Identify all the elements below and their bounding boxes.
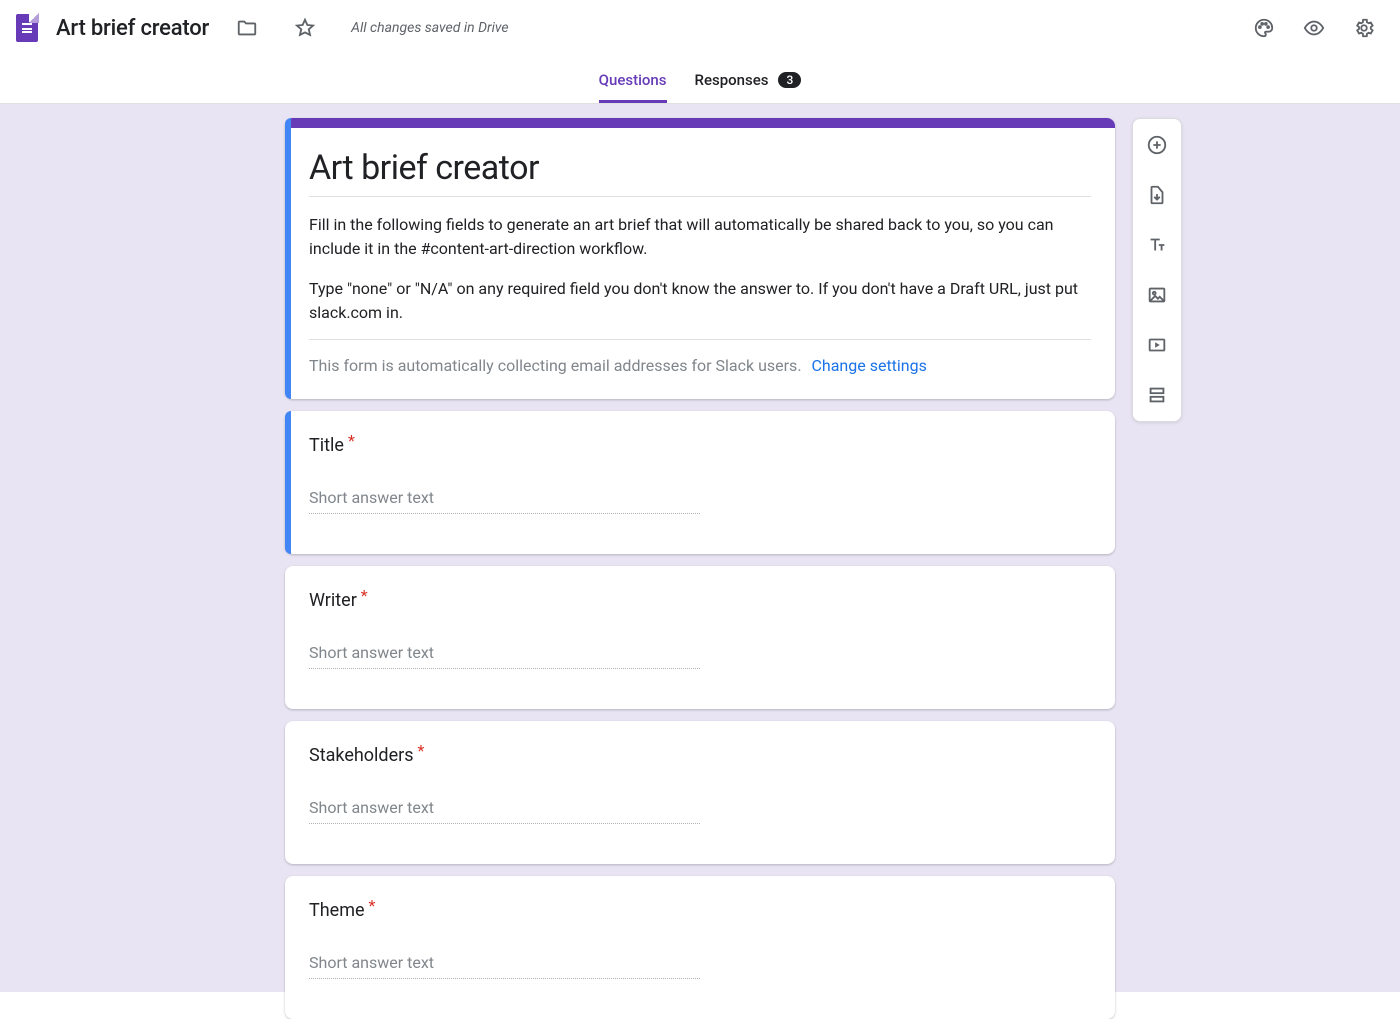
question-label[interactable]: Stakeholders *	[309, 745, 1091, 766]
import-icon	[1146, 184, 1168, 206]
required-marker: *	[418, 743, 425, 759]
star-icon	[294, 17, 316, 39]
gear-icon	[1353, 17, 1375, 39]
form-description-p2: Type "none" or "N/A" on any required fie…	[309, 277, 1091, 325]
change-settings-link[interactable]: Change settings	[812, 356, 927, 375]
customize-theme-button[interactable]	[1244, 8, 1284, 48]
eye-icon	[1303, 17, 1325, 39]
image-icon	[1146, 284, 1168, 306]
add-title-button[interactable]	[1139, 227, 1175, 263]
form-column: Art brief creator Fill in the following …	[285, 118, 1115, 992]
form-description[interactable]: Fill in the following fields to generate…	[309, 213, 1091, 340]
add-video-button[interactable]	[1139, 327, 1175, 363]
tab-label: Responses	[695, 71, 769, 89]
accent-bar	[285, 118, 1115, 128]
question-label-text: Stakeholders	[309, 745, 414, 766]
question-card-writer[interactable]: Writer * Short answer text	[285, 566, 1115, 709]
short-answer-placeholder: Short answer text	[309, 798, 700, 824]
email-collection-notice: This form is automatically collecting em…	[309, 356, 1091, 375]
tab-responses[interactable]: Responses 3	[695, 59, 802, 103]
question-card-theme[interactable]: Theme * Short answer text	[285, 876, 1115, 1019]
forms-logo-icon[interactable]	[16, 14, 38, 42]
add-section-button[interactable]	[1139, 377, 1175, 413]
add-question-button[interactable]	[1139, 127, 1175, 163]
form-canvas: Art brief creator Fill in the following …	[0, 104, 1400, 992]
short-answer-placeholder: Short answer text	[309, 643, 700, 669]
question-label[interactable]: Title *	[309, 435, 1091, 456]
topbar-right	[1244, 8, 1384, 48]
question-label-text: Writer	[309, 590, 357, 611]
preview-button[interactable]	[1294, 8, 1334, 48]
question-card-title[interactable]: Title * Short answer text	[285, 411, 1115, 554]
question-card-stakeholders[interactable]: Stakeholders * Short answer text	[285, 721, 1115, 864]
section-icon	[1146, 384, 1168, 406]
required-marker: *	[369, 898, 376, 914]
required-marker: *	[361, 588, 368, 604]
question-label-text: Title	[309, 435, 344, 456]
topbar-left: Art brief creator All changes saved in D…	[16, 8, 1244, 48]
palette-icon	[1253, 17, 1275, 39]
topbar: Art brief creator All changes saved in D…	[0, 0, 1400, 56]
short-answer-placeholder: Short answer text	[309, 953, 700, 979]
required-marker: *	[348, 433, 355, 449]
short-answer-placeholder: Short answer text	[309, 488, 700, 514]
import-questions-button[interactable]	[1139, 177, 1175, 213]
star-button[interactable]	[285, 8, 325, 48]
save-status: All changes saved in Drive	[351, 20, 508, 36]
text-icon	[1146, 234, 1168, 256]
tab-questions[interactable]: Questions	[599, 59, 667, 103]
question-label[interactable]: Theme *	[309, 900, 1091, 921]
form-header-card[interactable]: Art brief creator Fill in the following …	[285, 118, 1115, 399]
form-description-p1: Fill in the following fields to generate…	[309, 213, 1091, 261]
video-icon	[1146, 334, 1168, 356]
document-title[interactable]: Art brief creator	[56, 16, 209, 41]
selection-bar	[285, 118, 291, 399]
folder-icon	[236, 17, 258, 39]
question-label[interactable]: Writer *	[309, 590, 1091, 611]
settings-button[interactable]	[1344, 8, 1384, 48]
plus-circle-icon	[1146, 134, 1168, 156]
move-to-folder-button[interactable]	[227, 8, 267, 48]
form-title[interactable]: Art brief creator	[309, 148, 1091, 197]
selection-bar	[285, 411, 291, 554]
tabsbar: Questions Responses 3	[0, 56, 1400, 104]
responses-count-badge: 3	[778, 72, 801, 88]
add-image-button[interactable]	[1139, 277, 1175, 313]
email-notice-text: This form is automatically collecting em…	[309, 356, 802, 375]
question-label-text: Theme	[309, 900, 365, 921]
side-toolbar	[1132, 118, 1182, 422]
tab-label: Questions	[599, 71, 667, 89]
